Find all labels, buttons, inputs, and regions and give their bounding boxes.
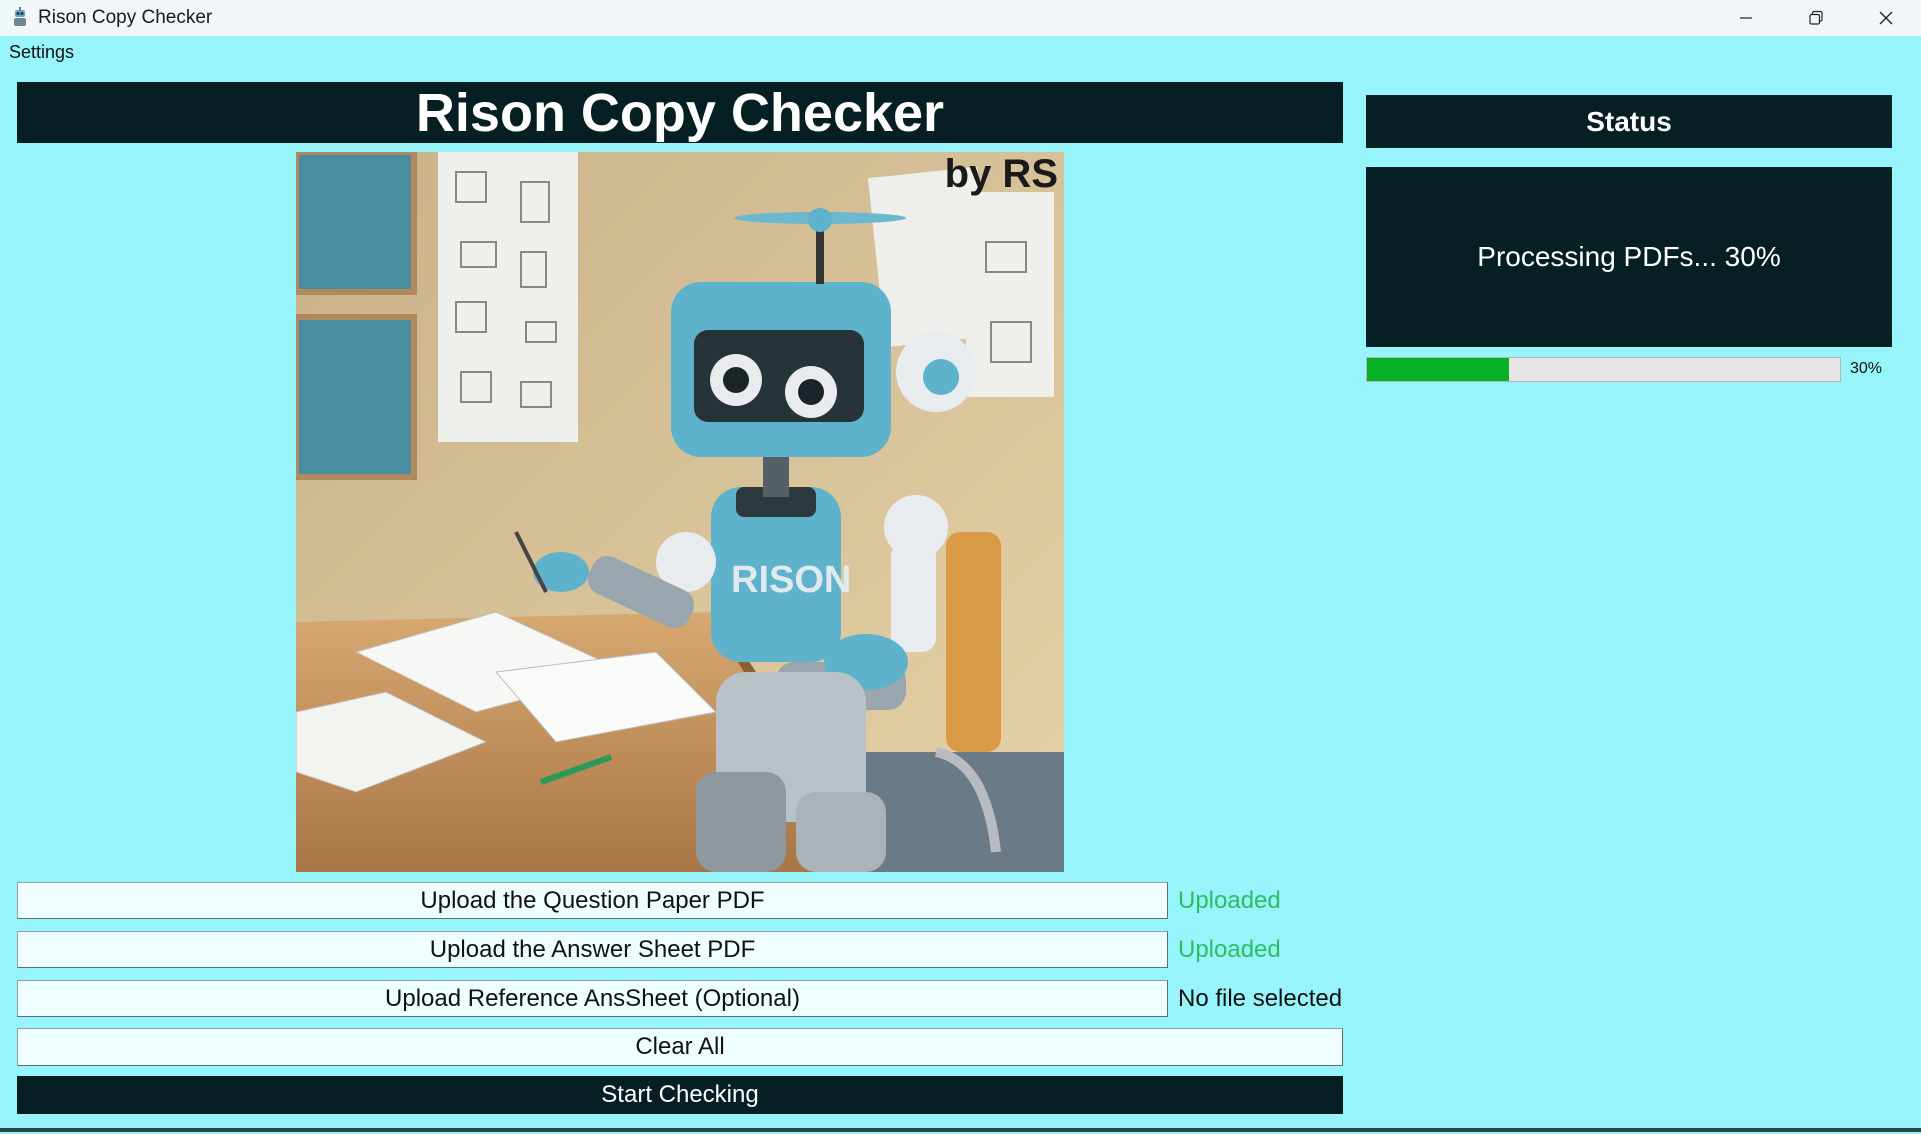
status-message: Processing PDFs... 30% — [1477, 241, 1781, 272]
minimize-button[interactable] — [1711, 0, 1781, 36]
image-overlay-text: by RS — [944, 152, 1058, 196]
main-heading: Rison Copy Checker — [17, 82, 1343, 143]
progress-fill — [1367, 358, 1509, 381]
menu-bar: Settings — [0, 36, 1921, 68]
start-checking-button[interactable]: Start Checking — [17, 1076, 1343, 1114]
window-title: Rison Copy Checker — [38, 7, 213, 28]
reference-status: No file selected — [1178, 984, 1343, 1012]
hero-robot-image: RISON by RS — [296, 152, 1064, 872]
answer-sheet-status: Uploaded — [1178, 935, 1281, 963]
clear-all-button[interactable]: Clear All — [17, 1028, 1343, 1066]
close-icon — [1879, 11, 1893, 25]
minimize-icon — [1740, 17, 1752, 19]
restore-icon — [1809, 10, 1823, 25]
upload-answer-sheet-button[interactable]: Upload the Answer Sheet PDF — [17, 931, 1168, 968]
upload-question-paper-button[interactable]: Upload the Question Paper PDF — [17, 882, 1168, 919]
status-message-box: Processing PDFs... 30% — [1366, 167, 1892, 347]
progress-label: 30% — [1850, 360, 1883, 377]
close-button[interactable] — [1851, 0, 1921, 36]
restore-button[interactable] — [1781, 0, 1851, 36]
status-header: Status — [1366, 95, 1892, 148]
menu-settings[interactable]: Settings — [9, 42, 74, 63]
upload-reference-button[interactable]: Upload Reference AnsSheet (Optional) — [17, 980, 1168, 1017]
robot-chest-text: RISON — [731, 559, 851, 601]
progress-bar — [1366, 357, 1841, 382]
app-robot-icon — [14, 7, 26, 26]
title-bar: Rison Copy Checker — [0, 0, 1921, 36]
bottom-divider — [0, 1128, 1921, 1132]
question-paper-status: Uploaded — [1178, 886, 1281, 914]
